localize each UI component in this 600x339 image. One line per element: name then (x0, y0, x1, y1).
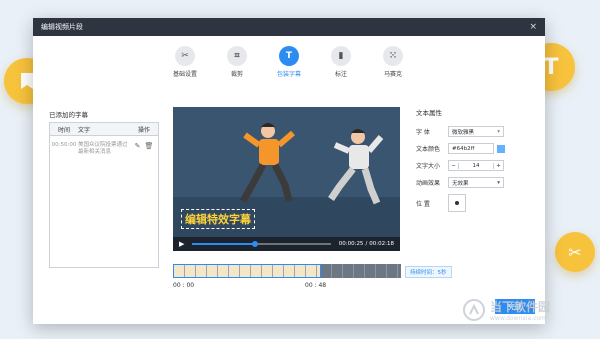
color-input[interactable]: #64b2ff (448, 143, 494, 154)
tab-label: 基础设置 (172, 71, 197, 78)
timeline-strip[interactable] (173, 264, 401, 278)
watermark: 当下软件园 www.downxia.com (462, 293, 570, 327)
time-separator: / (365, 241, 368, 247)
timeline-selection[interactable] (173, 264, 321, 278)
watermark-name: 当下软件园 (490, 300, 551, 314)
size-value: 14 (472, 162, 480, 169)
time-current: 00:00:25 (338, 241, 364, 247)
subtitle-table: 时间 文字 操作 00:50:00 美国众议院投票通过最新相关消息 ✎ 🗑 (49, 122, 159, 268)
position-row: 位 置 (416, 191, 536, 215)
mosaic-icon: ⁙ (383, 46, 403, 66)
delete-icon[interactable]: 🗑 (144, 142, 153, 156)
color-value: #64b2ff (452, 145, 475, 152)
size-label: 文字大小 (416, 163, 441, 170)
timeline-mid-time: 00 : 48 (305, 282, 327, 289)
size-stepper[interactable]: − 14 + (448, 160, 504, 171)
video-preview[interactable]: 编辑特效字幕 ▶ 00:00:25 / 00:02:18 (173, 107, 400, 251)
color-swatch[interactable] (497, 144, 505, 153)
duration-badge: 持续时间：5秒 (405, 266, 452, 278)
effect-row: 动画效果 无效果 ▾ (416, 174, 536, 191)
column-actions: 操作 (137, 126, 150, 134)
player-controls: ▶ 00:00:25 / 00:02:18 (173, 237, 400, 251)
edit-video-dialog: 编辑视频片段 × ✂ 基础设置 ⌗ 裁剪 T 包装字幕 ▮ 标注 ⁙ 马赛克 已… (33, 18, 545, 324)
color-row: 文本颜色 #64b2ff (416, 140, 536, 157)
chevron-down-icon: ▾ (497, 128, 500, 135)
scissors-icon: ✂ (175, 46, 195, 66)
edit-icon[interactable]: ✎ (135, 142, 141, 156)
dialog-title: 编辑视频片段 (41, 23, 83, 31)
position-label: 位 置 (416, 200, 430, 208)
crop-icon: ⌗ (227, 46, 247, 66)
font-label: 字 体 (416, 129, 430, 136)
tab-label: 标注 (334, 71, 347, 78)
bookmark-icon: ▮ (331, 46, 351, 66)
text-icon: T (543, 54, 559, 80)
dialog-titlebar: 编辑视频片段 × (33, 18, 545, 36)
tab-label: 裁剪 (230, 71, 243, 78)
chevron-down-icon: ▾ (497, 179, 500, 186)
minus-icon[interactable]: − (449, 162, 459, 169)
table-row[interactable]: 00:50:00 美国众议院投票通过最新相关消息 ✎ 🗑 (50, 136, 158, 156)
text-icon: T (279, 46, 299, 66)
seek-progress (192, 243, 255, 245)
effect-label: 动画效果 (416, 180, 441, 187)
tab-annotation[interactable]: ▮ 标注 (315, 46, 367, 78)
tool-tabs: ✂ 基础设置 ⌗ 裁剪 T 包装字幕 ▮ 标注 ⁙ 马赛克 (33, 46, 545, 78)
column-time: 时间 (57, 126, 70, 134)
play-icon[interactable]: ▶ (179, 240, 184, 248)
scissors-icon: ✂ (568, 242, 582, 262)
position-picker[interactable] (448, 194, 466, 212)
font-select[interactable]: 微软雅黑 ▾ (448, 126, 504, 137)
effect-select[interactable]: 无效果 ▾ (448, 177, 504, 188)
tab-crop[interactable]: ⌗ 裁剪 (211, 46, 263, 78)
position-dot (455, 201, 459, 205)
tab-mosaic[interactable]: ⁙ 马赛克 (367, 46, 419, 78)
seek-handle[interactable] (251, 241, 258, 247)
tab-subtitles[interactable]: T 包装字幕 (263, 46, 315, 78)
timeline-start-time: 00 : 00 (173, 282, 195, 289)
tab-basic-settings[interactable]: ✂ 基础设置 (159, 46, 211, 78)
scissors-badge: ✂ (555, 232, 595, 272)
plus-icon[interactable]: + (493, 162, 503, 169)
text-properties-title: 文本属性 (416, 109, 442, 117)
text-properties-panel: 文本属性 字 体 微软雅黑 ▾ 文本颜色 #64b2ff 文字大小 − 14 +… (416, 107, 536, 215)
row-text: 美国众议院投票通过最新相关消息 (78, 142, 128, 155)
column-text: 文字 (78, 126, 91, 134)
tab-label: 马赛克 (383, 71, 402, 78)
table-header: 时间 文字 操作 (50, 123, 158, 136)
timeline-remaining (321, 264, 401, 278)
color-label: 文本颜色 (416, 146, 441, 153)
tab-label: 包装字幕 (276, 71, 301, 78)
size-row: 文字大小 − 14 + (416, 157, 536, 174)
font-value: 微软雅黑 (452, 129, 475, 136)
close-icon[interactable]: × (529, 22, 537, 32)
effect-value: 无效果 (452, 180, 469, 187)
watermark-url: www.downxia.com (490, 315, 546, 322)
time-total: 00:02:18 (369, 241, 394, 247)
font-row: 字 体 微软雅黑 ▾ (416, 123, 536, 140)
seek-bar[interactable] (192, 241, 331, 247)
watermark-logo (463, 299, 485, 321)
row-time: 00:50:00 (51, 142, 77, 148)
caption-overlay[interactable]: 编辑特效字幕 (181, 209, 255, 229)
added-subtitles-title: 已添加的字幕 (49, 111, 88, 119)
